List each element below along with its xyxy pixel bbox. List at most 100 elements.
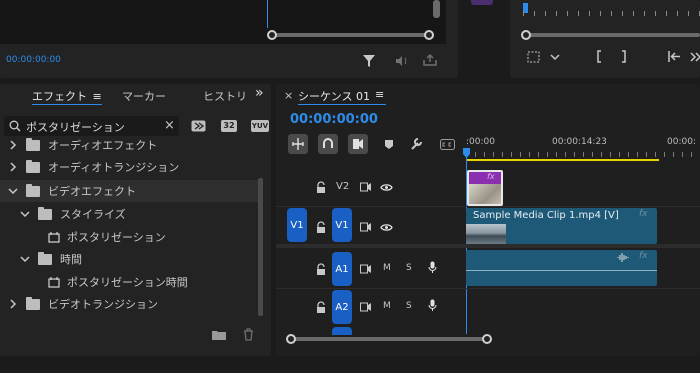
chevron-right-icon[interactable] <box>8 140 18 150</box>
folder-icon <box>38 206 52 220</box>
mark-in-icon[interactable] <box>596 50 602 63</box>
effects-search-field[interactable]: ポスタリゼーション × <box>4 116 179 136</box>
mute-button-a2[interactable]: M <box>383 301 391 311</box>
effects-tree: オーディオエフェクト オーディオトランジション ビデオエフェクト スタイライズ … <box>0 138 262 324</box>
chevron-right-icon[interactable] <box>8 162 18 172</box>
track-target-v1[interactable]: V1 <box>332 208 352 242</box>
tree-item-video-effects[interactable]: ビデオエフェクト <box>0 180 258 202</box>
tree-item-audio-transitions[interactable]: オーディオトランジション <box>0 156 258 178</box>
solo-button-a2[interactable]: S <box>406 301 412 311</box>
track-target-a2[interactable]: A2 <box>332 290 352 324</box>
effect-preset-icon <box>48 231 60 243</box>
go-to-in-icon[interactable] <box>667 50 681 63</box>
tree-item-time[interactable]: 時間 <box>0 248 258 270</box>
audio-output-icon[interactable] <box>395 55 409 67</box>
microphone-icon[interactable] <box>428 299 437 312</box>
source-zoom-start-handle[interactable] <box>267 30 277 40</box>
tab-history[interactable]: ヒストリ <box>203 88 249 104</box>
tab-effects-menu-icon[interactable]: ≡ <box>93 90 102 103</box>
track-target-a1[interactable]: A1 <box>332 252 352 286</box>
source-zoom-end-handle[interactable] <box>424 30 434 40</box>
mark-out-icon[interactable] <box>621 50 627 63</box>
track-label-v2[interactable]: V2 <box>336 181 349 192</box>
add-marker-icon[interactable] <box>384 139 394 150</box>
waveform-icon <box>617 253 629 262</box>
chevron-down-icon[interactable] <box>20 254 30 264</box>
mute-button-a1[interactable]: M <box>383 263 391 273</box>
panel-overflow-icon[interactable]: » <box>255 85 264 101</box>
effects-tree-scrollbar[interactable] <box>258 178 263 316</box>
timeline-zoom-end-handle[interactable] <box>482 334 492 344</box>
marquee-select-icon[interactable] <box>527 51 541 63</box>
clip-a1[interactable]: fx <box>466 250 657 286</box>
source-patch-v1[interactable]: V1 <box>287 208 307 242</box>
tree-item-label: オーディオエフェクト <box>48 139 158 152</box>
timeline-zoom-start-handle[interactable] <box>286 334 296 344</box>
tab-sequence[interactable]: シーケンス 01 <box>298 88 370 104</box>
tree-item-stylize[interactable]: スタイライズ <box>0 203 258 225</box>
source-zoom-bar[interactable] <box>272 33 428 37</box>
work-area-bar[interactable] <box>466 159 659 161</box>
tree-item-video-transitions[interactable]: ビデオトランジション <box>0 293 258 315</box>
program-zoom-start-handle[interactable] <box>521 30 531 40</box>
program-zoom-bar[interactable] <box>526 33 700 37</box>
tree-item-label: オーディオトランジション <box>48 161 180 174</box>
chevron-right-icon[interactable] <box>8 299 18 309</box>
chevron-down-icon[interactable] <box>20 209 30 219</box>
solo-button-a1[interactable]: S <box>406 263 412 273</box>
chevron-down-icon[interactable] <box>8 186 18 196</box>
clip-v2[interactable]: fx <box>467 170 503 206</box>
sync-lock-icon[interactable] <box>360 302 372 312</box>
clip-v1-fx-badge: fx <box>639 209 648 219</box>
filter-icon[interactable] <box>363 55 375 67</box>
lock-icon[interactable] <box>316 181 326 193</box>
linked-selection-icon <box>353 139 363 149</box>
tree-item-audio-effects[interactable]: オーディオエフェクト <box>0 138 258 156</box>
lock-icon[interactable] <box>316 301 326 313</box>
sync-lock-icon[interactable] <box>360 222 372 232</box>
tree-item-posterize-time[interactable]: ポスタリゼーション時間 <box>0 271 258 293</box>
new-bin-icon[interactable] <box>212 329 226 340</box>
track-header-v2: V2 <box>276 168 464 206</box>
clear-search-icon[interactable]: × <box>164 118 175 133</box>
accelerated-effects-icon[interactable] <box>191 120 206 132</box>
folder-icon <box>26 159 40 173</box>
lock-icon[interactable] <box>316 263 326 275</box>
timeline-zoom-bar[interactable] <box>292 337 487 341</box>
captions-icon[interactable] <box>440 139 455 150</box>
ruler-ticks <box>466 152 700 157</box>
microphone-icon[interactable] <box>428 261 437 274</box>
sync-lock-icon[interactable] <box>360 264 372 274</box>
snap-button[interactable] <box>318 134 338 154</box>
tab-effects[interactable]: エフェクト ≡ <box>32 88 102 104</box>
source-timecode[interactable]: 00:00:00:00 <box>6 55 61 65</box>
close-tab-icon[interactable]: × <box>284 89 293 102</box>
eye-icon[interactable] <box>380 223 393 232</box>
effects-search-value[interactable]: ポスタリゼーション <box>26 119 125 135</box>
chevron-down-icon[interactable] <box>550 54 560 61</box>
tree-item-posterize[interactable]: ポスタリゼーション <box>0 226 258 248</box>
export-frame-icon[interactable] <box>423 54 437 66</box>
nest-sequence-button[interactable] <box>288 134 308 154</box>
timeline-timecode[interactable]: 00:00:00:00 <box>290 112 378 127</box>
program-ruler <box>523 11 700 16</box>
clip-v1[interactable]: Sample Media Clip 1.mp4 [V] fx <box>466 208 657 244</box>
track-target-a3-partial[interactable] <box>332 327 352 335</box>
tree-item-label: ポスタリゼーション時間 <box>67 276 188 289</box>
tab-markers[interactable]: マーカー <box>122 88 166 104</box>
trash-icon[interactable] <box>243 328 254 341</box>
sync-lock-icon[interactable] <box>360 182 372 192</box>
sequence-menu-icon[interactable]: ≡ <box>375 88 384 101</box>
ruler-label-mid: 00:00:14:23 <box>552 137 607 147</box>
yuv-effects-badge[interactable]: YUV <box>251 120 269 132</box>
lock-icon[interactable] <box>316 221 326 233</box>
linked-selection-button[interactable] <box>348 134 368 154</box>
eye-icon[interactable] <box>380 183 393 192</box>
32bit-effects-badge[interactable]: 32 <box>221 120 237 132</box>
program-more-icon[interactable] <box>690 52 700 62</box>
clip-v2-header <box>469 172 501 184</box>
timeline-panel: × シーケンス 01 ≡ 00:00:00:00 :00:00 00:00:14… <box>276 84 700 356</box>
source-scrollbar[interactable] <box>433 0 440 18</box>
wrench-icon[interactable] <box>410 137 424 151</box>
video-audio-divider <box>276 244 700 248</box>
